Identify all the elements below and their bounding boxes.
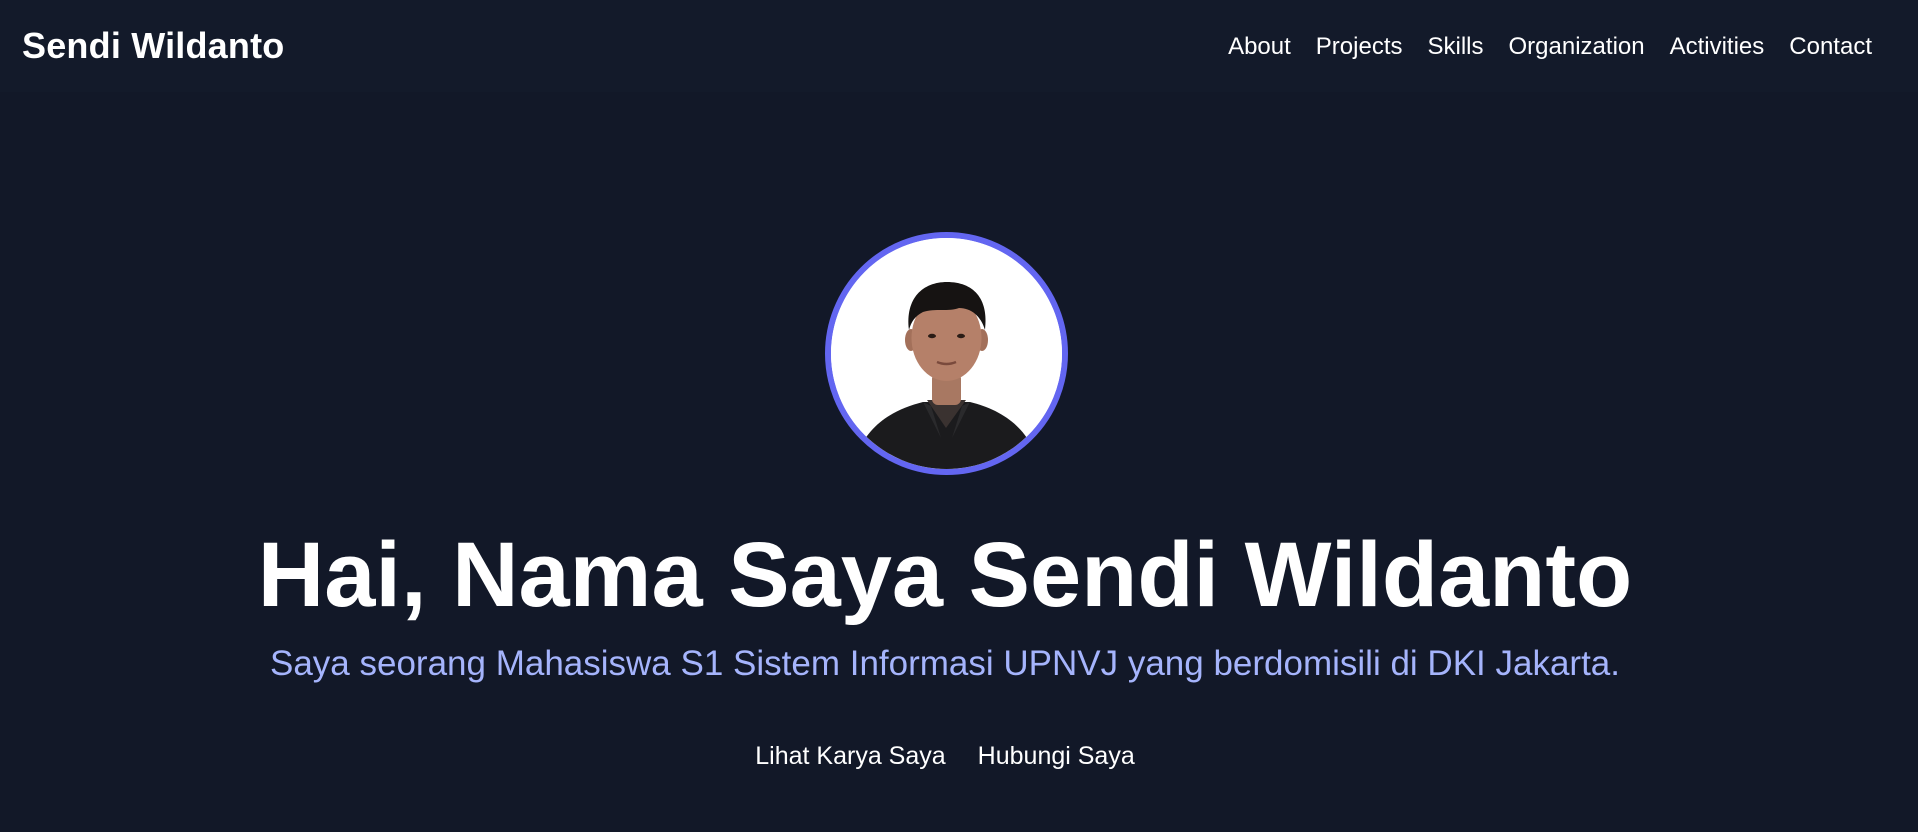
hero-subtitle: Saya seorang Mahasiswa S1 Sistem Informa… <box>270 644 1620 683</box>
nav-link-projects[interactable]: Projects <box>1316 31 1403 63</box>
view-work-button[interactable]: Lihat Karya Saya <box>755 740 945 772</box>
person-portrait-icon <box>831 238 1062 469</box>
profile-photo <box>825 232 1068 475</box>
nav-link-organization[interactable]: Organization <box>1509 31 1645 63</box>
hero-actions: Lihat Karya Saya Hubungi Saya <box>0 740 1890 772</box>
contact-me-button[interactable]: Hubungi Saya <box>978 740 1135 772</box>
hero-section: Hai, Nama Saya Sendi Wildanto Saya seora… <box>0 92 1918 832</box>
nav-link-about[interactable]: About <box>1228 31 1291 63</box>
nav-link-contact[interactable]: Contact <box>1789 31 1872 63</box>
nav-link-skills[interactable]: Skills <box>1428 31 1484 63</box>
nav-link-activities[interactable]: Activities <box>1670 31 1765 63</box>
nav-menu: About Projects Skills Organization Activ… <box>1228 31 1872 63</box>
navbar: Sendi Wildanto About Projects Skills Org… <box>0 0 1918 92</box>
brand-logo[interactable]: Sendi Wildanto <box>22 25 284 67</box>
hero-title: Hai, Nama Saya Sendi Wildanto <box>257 524 1633 626</box>
